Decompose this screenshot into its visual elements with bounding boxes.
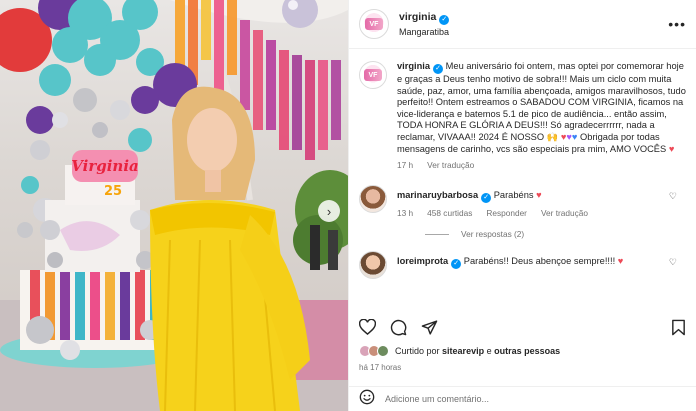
comment-likes[interactable]: 458 curtidas (427, 208, 472, 220)
comment-text: Parabéns (493, 189, 534, 200)
comment-icon[interactable] (390, 319, 407, 336)
comment-time[interactable]: 13 h (397, 208, 413, 220)
post-location[interactable]: Mangaratiba (399, 25, 449, 39)
caption-time[interactable]: 17 h (397, 160, 413, 172)
caption-see-translation[interactable]: Ver tradução (427, 160, 474, 172)
like-comment-heart-icon[interactable]: ♡ (669, 257, 677, 268)
avatar[interactable] (359, 251, 387, 280)
view-replies-button[interactable]: Ver respostas (2) (425, 229, 687, 239)
verified-badge-icon: ✓ (439, 15, 450, 25)
comment-text: Parabéns!! Deus abençoe sempre!!!! (463, 256, 616, 267)
likes-conjunction: e (486, 346, 492, 356)
liker-avatars (359, 345, 389, 357)
heart-icon[interactable] (359, 319, 376, 335)
bookmark-icon[interactable] (671, 319, 686, 336)
post-header: VF virginia ✓ Mangaratiba ••• (349, 0, 696, 49)
avatar[interactable]: VF (359, 61, 387, 89)
cake-topper-name: Virginia (71, 157, 139, 175)
red-heart-emoji-icon: ♥ (536, 189, 542, 200)
share-icon[interactable] (421, 319, 438, 336)
verified-badge-icon: ✓ (451, 259, 462, 270)
replies-divider (425, 233, 449, 235)
comment-see-translation[interactable]: Ver tradução (541, 208, 588, 220)
post-panel: VF virginia ✓ Mangaratiba ••• VF virginia… (348, 0, 696, 411)
photo-scene: Virginia 25 (0, 0, 348, 411)
comment-input[interactable] (385, 394, 605, 404)
hands-emoji-icon: 🙌 (546, 131, 559, 142)
likes-prefix: Curtido por (395, 346, 440, 356)
view-replies-label[interactable]: Ver respostas (2) (461, 229, 524, 239)
blue-heart-emoji-icon: ♥ (571, 131, 578, 142)
red-heart-emoji-icon: ♥ (668, 143, 675, 154)
more-icon[interactable]: ••• (668, 16, 686, 32)
caption-text-part1: Meu aniversário foi ontem, mas optei por… (397, 61, 686, 142)
action-bar (359, 316, 686, 338)
reply-button[interactable]: Responder (486, 208, 527, 220)
caption-username[interactable]: virginia (397, 61, 430, 71)
post-username[interactable]: virginia (399, 11, 436, 23)
likes-others[interactable]: outras pessoas (494, 346, 560, 356)
likes-user[interactable]: sitearevip (442, 346, 484, 356)
comment-username[interactable]: loreimprota (397, 256, 448, 266)
cake-topper-number: 25 (104, 184, 122, 199)
verified-badge-icon: ✓ (481, 192, 492, 203)
chevron-right-icon[interactable]: › (318, 200, 340, 222)
caption: VF virginia ✓ Meu aniversário foi ontem, … (359, 61, 687, 172)
avatar[interactable]: VF (359, 9, 389, 39)
comment-item: marinaruybarbosa ✓ Parabéns ♥ 13 h 458 cu… (359, 184, 687, 220)
comment-username[interactable]: marinaruybarbosa (397, 190, 478, 200)
post-photo: Virginia 25 › (0, 0, 348, 411)
red-heart-emoji-icon: ♥ (617, 256, 624, 267)
add-comment-bar (349, 386, 696, 411)
comment-item: loreimprota ✓ Parabéns!! Deus abençoe sem… (359, 251, 687, 280)
comment-body: marinaruybarbosa ✓ Parabéns ♥ 13 h 458 cu… (397, 185, 687, 220)
post-time[interactable]: há 17 horas (359, 363, 401, 372)
like-comment-heart-icon[interactable]: ♡ (669, 191, 677, 202)
comments-list: VF virginia ✓ Meu aniversário foi ontem, … (349, 52, 696, 302)
emoji-icon[interactable] (359, 389, 375, 410)
caption-body: virginia ✓ Meu aniversário foi ontem, mas… (397, 61, 687, 172)
verified-badge-icon: ✓ (433, 64, 444, 74)
avatar[interactable] (359, 184, 387, 213)
likes-summary: Curtido por sitearevip e outras pessoas (359, 345, 560, 357)
comment-body: loreimprota ✓ Parabéns!! Deus abençoe sem… (397, 251, 687, 279)
